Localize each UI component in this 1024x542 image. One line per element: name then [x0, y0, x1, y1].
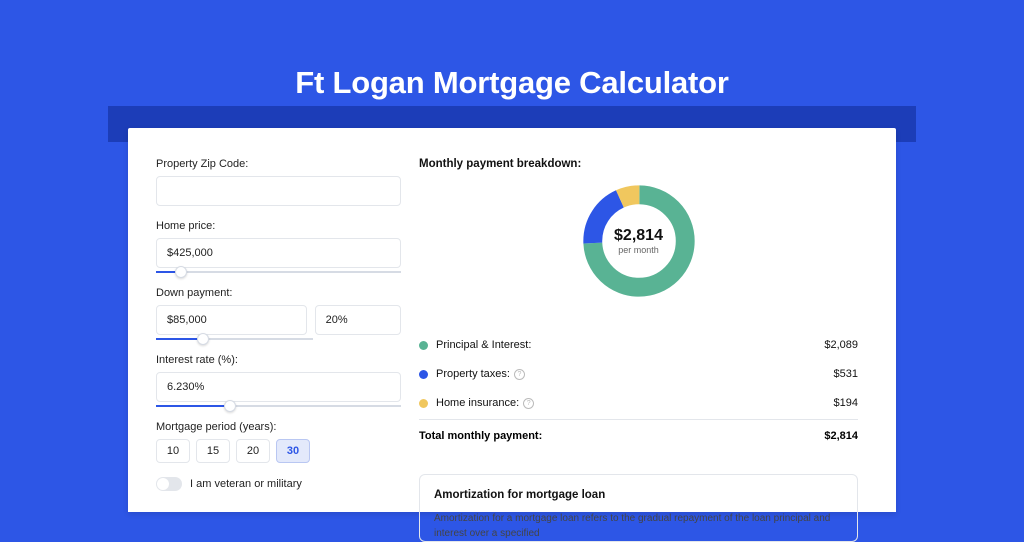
down-payment-label: Down payment: [156, 287, 401, 299]
legend-label: Home insurance:? [436, 397, 834, 409]
home-price-slider[interactable] [156, 271, 401, 273]
period-group: Mortgage period (years): 10152030 [156, 421, 401, 463]
legend: Principal & Interest: $2,089 Property taxe… [419, 330, 858, 417]
period-btn-15[interactable]: 15 [196, 439, 230, 463]
form-column: Property Zip Code: Home price: Down paym… [156, 158, 401, 512]
total-value: $2,814 [824, 430, 858, 442]
home-price-label: Home price: [156, 220, 401, 232]
total-label: Total monthly payment: [419, 430, 824, 442]
period-buttons: 10152030 [156, 439, 401, 463]
breakdown-column: Monthly payment breakdown: $2,814 per mo… [419, 158, 858, 512]
slider-thumb[interactable] [197, 333, 209, 345]
legend-label: Property taxes:? [436, 368, 834, 380]
help-icon[interactable]: ? [514, 369, 525, 380]
content-columns: Property Zip Code: Home price: Down paym… [128, 128, 896, 512]
period-btn-10[interactable]: 10 [156, 439, 190, 463]
legend-label-text: Principal & Interest: [436, 339, 531, 351]
calculator-card: Property Zip Code: Home price: Down paym… [128, 128, 896, 512]
home-price-group: Home price: [156, 220, 401, 273]
legend-label: Principal & Interest: [436, 339, 824, 351]
page-title: Ft Logan Mortgage Calculator [0, 65, 1024, 101]
legend-row: Property taxes:?$531 [419, 359, 858, 388]
slider-thumb[interactable] [224, 400, 236, 412]
amortization-card: Amortization for mortgage loan Amortizat… [419, 474, 858, 542]
zip-label: Property Zip Code: [156, 158, 401, 170]
veteran-toggle[interactable] [156, 477, 182, 491]
veteran-label: I am veteran or military [190, 478, 302, 490]
interest-group: Interest rate (%): [156, 354, 401, 407]
legend-dot [419, 370, 428, 379]
donut-wrap: $2,814 per month [419, 180, 858, 302]
legend-row: Home insurance:?$194 [419, 388, 858, 417]
total-row: Total monthly payment: $2,814 [419, 419, 858, 452]
donut-sub: per month [618, 245, 659, 255]
zip-group: Property Zip Code: [156, 158, 401, 206]
donut-chart: $2,814 per month [578, 180, 700, 302]
legend-label-text: Home insurance: [436, 397, 519, 409]
donut-value: $2,814 [614, 227, 663, 245]
zip-input[interactable] [156, 176, 401, 206]
interest-input[interactable] [156, 372, 401, 402]
home-price-input[interactable] [156, 238, 401, 268]
down-payment-group: Down payment: [156, 287, 401, 340]
down-payment-pct-input[interactable] [315, 305, 401, 335]
slider-fill [156, 338, 203, 340]
interest-slider[interactable] [156, 405, 401, 407]
legend-dot [419, 341, 428, 350]
veteran-row: I am veteran or military [156, 477, 401, 491]
period-btn-20[interactable]: 20 [236, 439, 270, 463]
legend-value: $194 [834, 397, 858, 409]
period-label: Mortgage period (years): [156, 421, 401, 433]
legend-dot [419, 399, 428, 408]
amortization-title: Amortization for mortgage loan [434, 489, 843, 501]
legend-value: $2,089 [824, 339, 858, 351]
breakdown-title: Monthly payment breakdown: [419, 158, 858, 170]
legend-label-text: Property taxes: [436, 368, 510, 380]
legend-row: Principal & Interest: $2,089 [419, 330, 858, 359]
down-payment-slider[interactable] [156, 338, 313, 340]
slider-thumb[interactable] [175, 266, 187, 278]
amortization-text: Amortization for a mortgage loan refers … [434, 511, 843, 541]
slider-fill [156, 405, 230, 407]
help-icon[interactable]: ? [523, 398, 534, 409]
legend-value: $531 [834, 368, 858, 380]
period-btn-30[interactable]: 30 [276, 439, 310, 463]
down-payment-row [156, 305, 401, 335]
interest-label: Interest rate (%): [156, 354, 401, 366]
donut-center: $2,814 per month [578, 180, 700, 302]
down-payment-input[interactable] [156, 305, 307, 335]
